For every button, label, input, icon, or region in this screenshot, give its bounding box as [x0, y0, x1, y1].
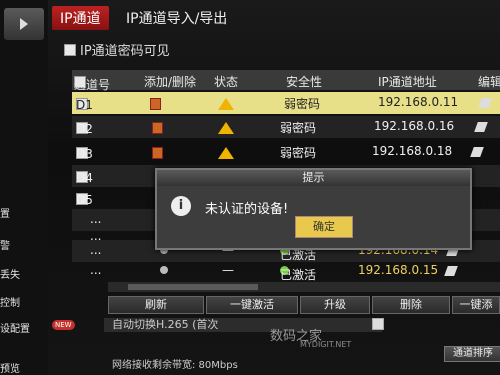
- watermark-url: MYDIGIT.NET: [300, 340, 352, 349]
- row-ip: 192.168.0.15: [358, 263, 439, 277]
- password-visible-checkbox[interactable]: [64, 43, 76, 56]
- refresh-button[interactable]: 刷新: [108, 296, 204, 314]
- warning-icon: [218, 98, 234, 110]
- alert-dialog: 提示 i 未认证的设备! 确定: [155, 168, 472, 250]
- new-badge: NEW: [52, 320, 75, 330]
- header-channel: 通道号: [74, 78, 111, 92]
- row-channel: ...: [90, 263, 102, 277]
- row-security: 弱密码: [284, 97, 321, 111]
- bandwidth-status: 网络接收剩余带宽: 80Mbps: [112, 360, 238, 371]
- row-ip: 192.168.0.11: [378, 95, 459, 109]
- row-status: —: [222, 263, 234, 277]
- sidebar-item-4[interactable]: 控制: [0, 294, 20, 309]
- dialog-message: 未认证的设备!: [205, 202, 289, 217]
- warning-icon: [218, 122, 234, 134]
- row-ip: 192.168.0.18: [372, 144, 453, 158]
- nvr-screen: 置 警 丢失 控制 设配置 预览 NEW IP通道 IP通道导入/导出 IP通道…: [0, 0, 500, 375]
- tab-ip-import-export[interactable]: IP通道导入/导出: [118, 6, 235, 30]
- row-channel: D5: [76, 193, 93, 207]
- table-header: 通道号 添加/删除 状态 安全性 IP通道地址 编辑: [72, 70, 500, 92]
- header-edit: 编辑: [478, 75, 500, 89]
- info-icon: i: [171, 196, 191, 216]
- sidebar-item-1[interactable]: 置: [0, 205, 10, 220]
- h265-autoswitch: 自动切换H.265 (首次: [104, 318, 382, 332]
- trash-icon[interactable]: [152, 122, 163, 134]
- table-row[interactable]: ... — 已激活 192.168.0.15: [72, 260, 500, 282]
- ok-button[interactable]: 确定: [295, 216, 353, 238]
- password-visible-label: IP通道密码可见: [80, 44, 170, 59]
- row-security: 已激活: [280, 268, 317, 282]
- row-channel: D3: [76, 147, 93, 161]
- activate-button[interactable]: 一键激活: [206, 296, 298, 314]
- header-add-delete: 添加/删除: [144, 75, 197, 89]
- dialog-title: 提示: [157, 170, 470, 186]
- edit-icon[interactable]: [474, 122, 488, 132]
- horizontal-scrollbar[interactable]: [108, 282, 500, 292]
- sidebar-item-5[interactable]: 设配置: [0, 320, 30, 335]
- row-security: 弱密码: [280, 121, 317, 135]
- row-channel: ...: [90, 243, 102, 257]
- row-channel: D2: [76, 122, 93, 136]
- sidebar-item-2[interactable]: 警: [0, 237, 10, 252]
- header-security: 安全性: [286, 75, 323, 89]
- edit-icon[interactable]: [470, 147, 484, 157]
- row-channel: D4: [76, 171, 93, 185]
- sidebar-item-preview[interactable]: 预览: [0, 360, 20, 375]
- h265-checkbox[interactable]: [372, 318, 384, 330]
- table-row[interactable]: D1 弱密码 192.168.0.11: [72, 92, 500, 114]
- sidebar-item-3[interactable]: 丢失: [0, 266, 20, 281]
- upgrade-button[interactable]: 升级: [300, 296, 370, 314]
- delete-button[interactable]: 删除: [372, 296, 450, 314]
- trash-icon[interactable]: [152, 147, 163, 159]
- password-visible-toggle[interactable]: IP通道密码可见: [64, 40, 170, 59]
- tab-ip-channel[interactable]: IP通道: [52, 6, 109, 30]
- warning-icon: [218, 147, 234, 159]
- chevron-right-icon: [20, 18, 28, 30]
- row-ip: 192.168.0.16: [374, 119, 455, 133]
- row-channel: D1: [76, 98, 93, 112]
- header-ip-address: IP通道地址: [378, 75, 437, 89]
- header-status: 状态: [214, 75, 239, 89]
- trash-icon[interactable]: [150, 98, 161, 110]
- channel-sort-button[interactable]: 通道排序: [444, 346, 500, 362]
- table-row[interactable]: D3 弱密码 192.168.0.18: [72, 141, 500, 163]
- one-click-add-button[interactable]: 一键添: [452, 296, 500, 314]
- edit-icon[interactable]: [444, 266, 458, 276]
- table-row[interactable]: D2 弱密码 192.168.0.16: [72, 116, 500, 138]
- scrollbar-thumb[interactable]: [128, 284, 258, 290]
- sidebar: 置 警 丢失 控制 设配置 预览: [0, 0, 48, 375]
- row-security: 弱密码: [280, 146, 317, 160]
- add-icon[interactable]: [160, 266, 168, 274]
- edit-icon[interactable]: [478, 98, 492, 108]
- row-channel: ...: [90, 212, 102, 226]
